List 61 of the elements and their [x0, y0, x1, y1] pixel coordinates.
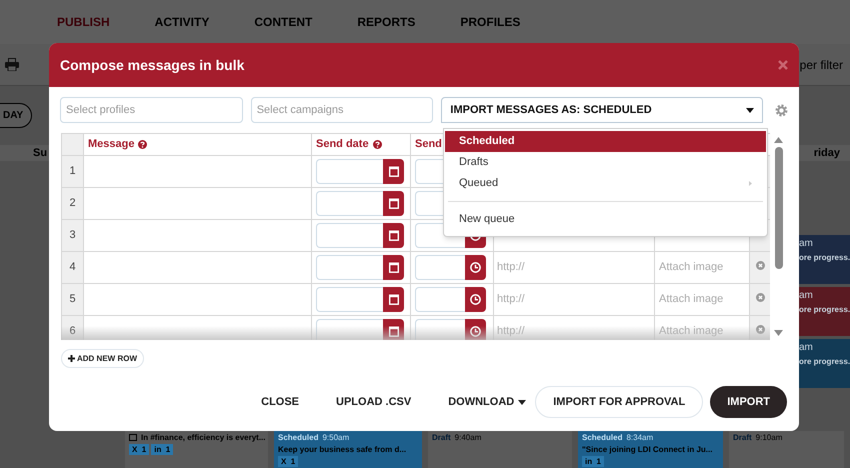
dialog-button[interactable]: UPLOAD .CSV: [336, 386, 412, 418]
filter-field[interactable]: per filter: [800, 56, 845, 74]
dialog-button[interactable]: DOWNLOAD: [448, 386, 526, 418]
modal-title: Compose messages in bulk: [60, 56, 244, 75]
event-time: am: [799, 342, 814, 354]
event-card[interactable]: Draft 9:10am: [729, 431, 844, 468]
menu-item[interactable]: Queued: [445, 173, 766, 194]
campaigns-field[interactable]: Select campaigns: [250, 97, 434, 123]
profiles-field[interactable]: Select profiles: [60, 97, 243, 123]
event-text: ore progress.: [799, 305, 850, 315]
event-status: Scheduled: [278, 432, 318, 443]
event-text: ore progress.: [799, 357, 850, 367]
event-card[interactable]: am ore progress.: [799, 235, 850, 284]
import-select[interactable]: IMPORT MESSAGES AS: SCHEDULED: [441, 97, 764, 123]
row-number: 6: [62, 316, 84, 340]
event-text: ore progress.: [799, 253, 850, 263]
network-badge: in 1: [582, 456, 604, 467]
row-number: 1: [62, 156, 84, 188]
network-badge: in 1: [151, 444, 174, 455]
column-header: Send date: [316, 137, 369, 152]
event-status: Draft: [432, 432, 451, 443]
event-card[interactable]: In #finance, efficiency is everyt... X 1 in 1: [125, 431, 268, 468]
event-time: 9:50am: [322, 432, 350, 443]
day-header: riday: [814, 146, 840, 161]
network-badge: X 1: [278, 456, 298, 467]
event-card[interactable]: Draft 9:40am: [428, 431, 572, 468]
event-text: In #finance, efficiency is everyt...: [141, 432, 266, 443]
dialog-button[interactable]: CLOSE: [261, 386, 300, 418]
day-header: Su: [33, 146, 48, 161]
event-card[interactable]: am ore progress.: [799, 339, 850, 388]
event-card[interactable]: am ore progress.: [799, 287, 850, 336]
menu-item[interactable]: New queue: [444, 209, 767, 230]
event-text: Keep your business safe from d...: [278, 444, 406, 455]
dialog-button[interactable]: IMPORT FOR APPROVAL: [535, 386, 704, 418]
network-badge: X 1: [129, 444, 150, 455]
row-number: 3: [62, 220, 84, 252]
dialog-button[interactable]: IMPORT: [710, 386, 787, 418]
nav-tab[interactable]: PUBLISH: [57, 13, 110, 31]
event-status: Scheduled: [582, 432, 622, 443]
event-time: 9:10am: [756, 432, 782, 443]
event-status: Draft: [733, 432, 752, 443]
day-button[interactable]: DAY: [0, 103, 32, 128]
event-card[interactable]: Scheduled 8:34am "Since joining LDI Connect in Ju... in 1: [578, 431, 723, 468]
event-time: am: [799, 290, 814, 302]
add-row-button[interactable]: ADD NEW ROW: [61, 349, 144, 368]
menu-item[interactable]: Scheduled: [445, 131, 766, 152]
event-card[interactable]: Scheduled 9:50am Keep your business safe from d... X 1: [274, 431, 422, 468]
column-header: Send: [415, 137, 442, 152]
event-text: "Since joining LDI Connect in Ju...: [582, 444, 712, 455]
nav-tab[interactable]: CONTENT: [254, 13, 312, 31]
column-header: Message: [88, 137, 134, 152]
event-time: am: [799, 238, 814, 250]
event-time: 8:34am: [626, 432, 654, 443]
nav-tab[interactable]: REPORTS: [357, 13, 416, 31]
row-number: 2: [62, 188, 84, 220]
row-number: 4: [62, 252, 84, 284]
nav-tab[interactable]: ACTIVITY: [154, 13, 210, 31]
nav-tab[interactable]: PROFILES: [460, 13, 520, 31]
menu-item[interactable]: Drafts: [445, 152, 766, 173]
row-number: 5: [62, 284, 84, 316]
event-time: 9:40am: [454, 432, 482, 443]
